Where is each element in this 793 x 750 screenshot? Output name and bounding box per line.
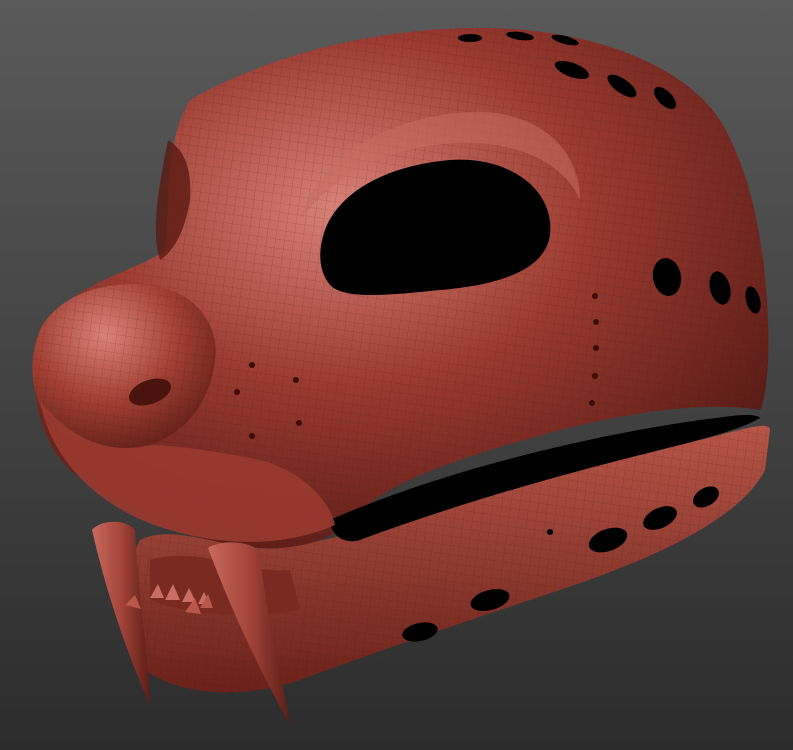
mask-render [0, 0, 793, 750]
sculpt-viewport[interactable] [0, 0, 793, 750]
